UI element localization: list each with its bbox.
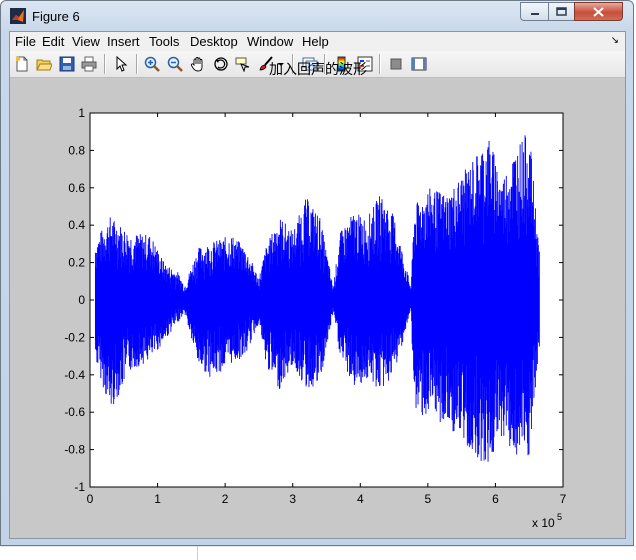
x-tick-label: 7 xyxy=(560,492,567,506)
y-tick-label: -0.8 xyxy=(64,443,85,457)
y-tick-label: -0.6 xyxy=(64,405,85,419)
desktop-divider xyxy=(0,546,636,547)
desktop-divider-vertical xyxy=(197,546,198,560)
x-tick-label: 0 xyxy=(87,492,94,506)
y-tick-label: 0.2 xyxy=(68,256,85,270)
x-tick-label: 4 xyxy=(357,492,364,506)
x-tick-label: 2 xyxy=(222,492,229,506)
y-tick-labels: 1 0.8 0.6 0.4 0.2 0 -0.2 -0.4 -0.6 -0.8 -1 xyxy=(64,106,85,494)
y-tick-label: -1 xyxy=(74,480,85,494)
x-tick-label: 5 xyxy=(425,492,432,506)
y-tick-label: -0.2 xyxy=(64,330,85,344)
y-tick-label: 1 xyxy=(78,106,85,120)
y-tick-label: 0.4 xyxy=(68,218,85,232)
y-tick-label: 0.8 xyxy=(68,143,85,157)
x-multiplier-label: x 10 xyxy=(532,516,555,530)
x-multiplier-exponent: 5 xyxy=(557,512,562,522)
x-tick-labels: 0 1 2 3 4 5 6 7 xyxy=(87,492,567,506)
x-tick-label: 3 xyxy=(289,492,296,506)
x-tick-label: 1 xyxy=(154,492,161,506)
plot-axes[interactable]: 0 1 2 3 4 5 6 7 1 0.8 0.6 0.4 0.2 0 -0.2 -0.4 -0.6 -0.8 -… xyxy=(0,0,636,546)
y-tick-label: 0.6 xyxy=(68,181,85,195)
y-tick-label: 0 xyxy=(78,293,85,307)
y-tick-label: -0.4 xyxy=(64,368,85,382)
x-tick-label: 6 xyxy=(492,492,499,506)
